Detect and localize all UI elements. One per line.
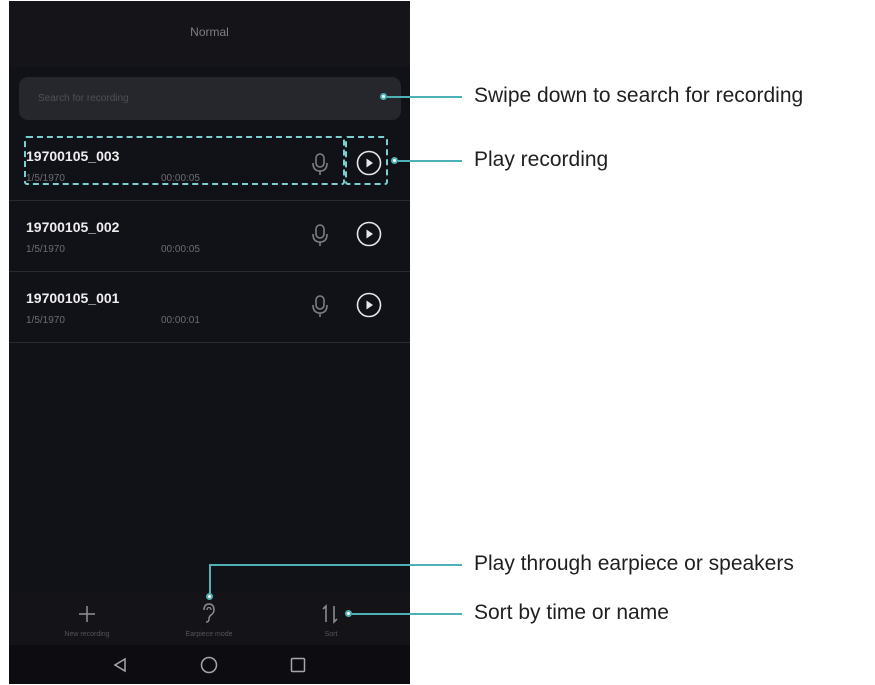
play-icon[interactable] [356, 221, 382, 247]
play-callout-line [398, 160, 462, 162]
app-header: Normal [9, 1, 410, 67]
navigation-bar [9, 645, 410, 684]
search-callout-dot [380, 93, 387, 100]
search-callout-text: Swipe down to search for recording [474, 84, 804, 107]
earpiece-callout-vline [209, 564, 211, 595]
recording-date: 1/5/1970 [26, 315, 65, 326]
recording-duration: 00:00:01 [161, 315, 200, 326]
recording-name: 19700105_002 [26, 219, 120, 235]
recording-duration: 00:00:05 [161, 244, 200, 255]
sort-icon [322, 604, 338, 624]
back-icon[interactable] [112, 657, 128, 673]
sort-callout-text: Sort by time or name [474, 601, 669, 624]
play-callout-dot [391, 157, 398, 164]
play-icon[interactable] [356, 292, 382, 318]
play-button-highlight [345, 136, 388, 185]
sort-callout-dot [345, 610, 352, 617]
recent-apps-icon[interactable] [290, 657, 306, 673]
recording-date: 1/5/1970 [26, 244, 65, 255]
play-callout-text: Play recording [474, 148, 609, 171]
search-placeholder: Search for recording [38, 93, 129, 104]
page-title: Normal [190, 25, 229, 39]
recording-name: 19700105_001 [26, 290, 120, 306]
new-recording-label: New recording [64, 631, 110, 638]
list-item[interactable]: 19700105_002 1/5/1970 00:00:05 [9, 202, 410, 272]
earpiece-mode-label: Earpiece mode [185, 631, 233, 638]
earpiece-callout-text: Play through earpiece or speakers [474, 552, 794, 575]
microphone-icon[interactable] [310, 294, 330, 318]
search-input[interactable]: Search for recording [19, 77, 401, 120]
sort-callout-line [352, 613, 462, 615]
home-icon[interactable] [200, 656, 218, 674]
microphone-icon[interactable] [310, 223, 330, 247]
recording-info-highlight [24, 136, 345, 185]
earpiece-callout-line [209, 564, 462, 566]
sort-button[interactable]: Sort [281, 592, 381, 638]
new-recording-button[interactable]: New recording [37, 592, 137, 638]
sort-label: Sort [324, 631, 338, 638]
plus-icon [79, 606, 95, 622]
list-item[interactable]: 19700105_001 1/5/1970 00:00:01 [9, 273, 410, 343]
search-callout-line [387, 96, 462, 98]
ear-icon [203, 603, 215, 623]
